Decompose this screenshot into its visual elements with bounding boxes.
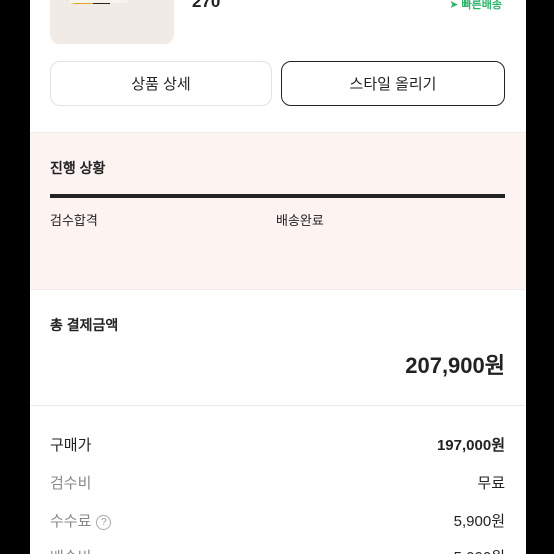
inspection-fee-value: 무료 <box>477 475 505 492</box>
section-divider <box>30 405 526 406</box>
progress-bar-fill <box>50 194 505 198</box>
inspection-fee-row: 검수비 무료 <box>50 470 505 494</box>
purchase-price-row: 구매가 197,000원 <box>50 432 505 456</box>
product-summary[interactable]: 270 ➤ 빠른배송 <box>30 0 526 50</box>
commission-row: 수수료? 5,900원 <box>50 508 505 532</box>
progress-bar <box>50 194 505 198</box>
shipping-fee-label: 배송비 <box>50 546 91 554</box>
product-size: 270 <box>192 0 221 11</box>
fast-delivery-label: 빠른배송 <box>461 0 502 11</box>
purchase-price-label: 구매가 <box>50 437 92 454</box>
progress-title: 진행 상황 <box>50 160 106 176</box>
shoe-sole <box>68 0 128 3</box>
progress-section: 진행 상황 검수합격 배송완료 <box>30 133 526 289</box>
total-payment-amount: 207,900원 <box>405 353 505 378</box>
shipping-fee-row: 배송비 5,000원 <box>50 544 505 554</box>
commission-label-text: 수수료 <box>50 513 92 530</box>
inspection-fee-label: 검수비 <box>50 475 92 492</box>
commission-value: 5,900원 <box>453 513 505 530</box>
progress-step-delivered: 배송완료 <box>276 213 324 228</box>
product-thumbnail <box>50 0 174 44</box>
commission-label: 수수료? <box>50 510 112 531</box>
progress-step-inspection-passed: 검수합격 <box>50 213 98 228</box>
shipping-fee-value: 5,000원 <box>454 546 505 554</box>
fast-delivery-badge: ➤ 빠른배송 <box>449 0 502 11</box>
product-detail-button[interactable]: 상품 상세 <box>50 61 272 106</box>
order-detail-screen: 270 ➤ 빠른배송 상품 상세 스타일 올리기 진행 상황 검수합격 배송완료… <box>30 0 526 554</box>
help-icon[interactable]: ? <box>96 515 112 530</box>
post-style-button[interactable]: 스타일 올리기 <box>281 61 505 106</box>
total-payment-label: 총 결제금액 <box>50 317 119 333</box>
purchase-price-value: 197,000원 <box>436 437 505 454</box>
total-payment-section: 총 결제금액 207,900원 <box>30 290 526 405</box>
